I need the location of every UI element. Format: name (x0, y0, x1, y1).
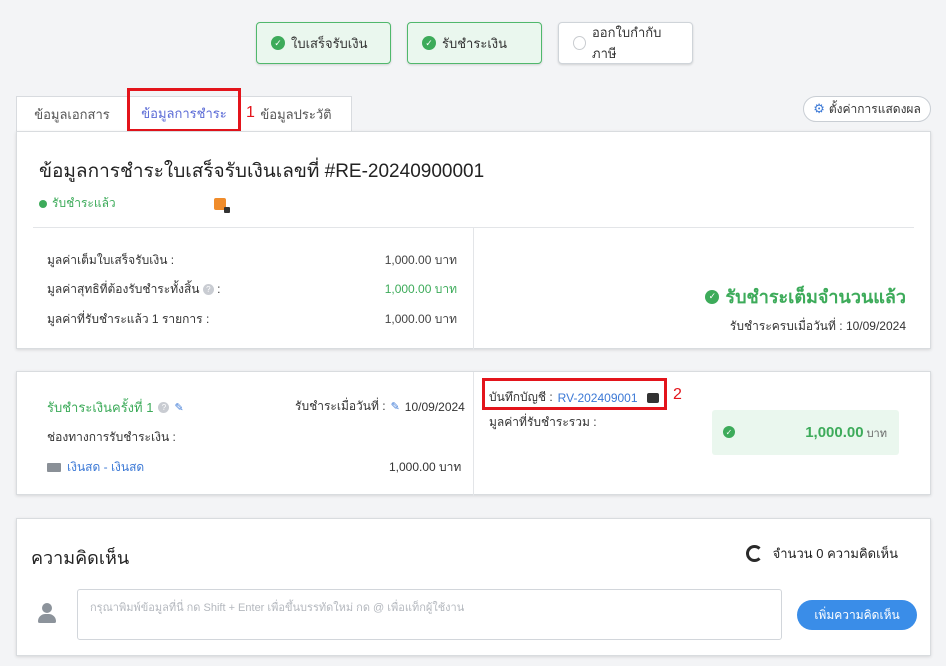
payment-entry-title: รับชำระเงินครั้งที่ 1 ? ✎ (47, 397, 184, 418)
total-amount-unit: บาท (866, 428, 887, 440)
comment-count: จำนวน 0 ความคิดเห็น (745, 543, 898, 564)
summary-row-full-value: มูลค่าเต็มใบเสร็จรับเงิน : 1,000.00 บาท (47, 251, 457, 270)
comment-input[interactable]: กรุณาพิมพ์ข้อมูลที่นี่ กด Shift + Enter … (77, 589, 782, 640)
status-text: รับชำระแล้ว (52, 196, 116, 210)
step-label: ใบเสร็จรับเงิน (291, 35, 368, 51)
full-paid-text: รับชำระเต็มจำนวนแล้ว (725, 287, 906, 307)
check-circle-icon: ✓ (723, 426, 735, 438)
payment-channel[interactable]: เงินสด - เงินสด (47, 458, 144, 477)
pencil-icon[interactable]: ✎ (391, 400, 400, 413)
total-received-box: ✓ 1,000.00 บาท (712, 410, 899, 455)
divider (473, 372, 474, 496)
pencil-icon[interactable]: ✎ (174, 401, 183, 414)
payment-channel-value: เงินสด - เงินสด (67, 460, 145, 474)
payment-date-label: รับชำระเมื่อวันที่ : (295, 399, 386, 413)
step-receive-payment[interactable]: ✓ รับชำระเงิน (407, 22, 542, 64)
highlight-box-record (482, 378, 667, 410)
full-paid-date: รับชำระครบเมื่อวันที่ : 10/09/2024 (730, 317, 906, 336)
status-dot-icon (39, 199, 47, 208)
row-value: 1,000.00 บาท (384, 253, 457, 267)
step-issue-tax-invoice[interactable]: ออกใบกำกับภาษี (558, 22, 693, 64)
check-circle-icon: ✓ (705, 289, 720, 304)
annotation-number-2: 2 (673, 386, 682, 403)
highlight-box-tab (127, 88, 241, 132)
status-badge: รับชำระแล้ว (39, 194, 116, 213)
payment-info-card: ข้อมูลการชำระใบเสร็จรับเงินเลขที่ #RE-20… (16, 131, 931, 350)
user-head-icon (42, 603, 52, 613)
check-circle-icon: ✓ (271, 36, 285, 50)
total-amount-value: 1,000.00 (805, 424, 864, 441)
payment-channel-amount: 1,000.00 บาท (389, 460, 462, 474)
help-icon[interactable]: ? (158, 402, 170, 413)
annotation-number-1: 1 (246, 104, 255, 121)
payment-date-value: 10/09/2024 (404, 399, 465, 414)
locked-document-icon[interactable] (214, 198, 230, 213)
gear-icon: ⚙ (813, 101, 825, 116)
row-label-group: มูลค่าสุทธิที่ต้องรับชำระทั้งสิ้น ? : (47, 282, 221, 296)
tab-document-info[interactable]: ข้อมูลเอกสาร (16, 96, 128, 132)
payment-channel-label: ช่องทางการรับชำระเงิน : (47, 430, 176, 444)
step-label: รับชำระเงิน (442, 35, 507, 51)
step-label: ออกใบกำกับภาษี (592, 25, 662, 61)
cash-icon (47, 463, 61, 472)
user-body-icon (38, 614, 56, 623)
row-value: 1,000.00 บาท (384, 312, 457, 326)
full-paid-status: ✓ รับชำระเต็มจำนวนแล้ว (705, 282, 906, 311)
display-settings-button[interactable]: ⚙ ตั้งค่าการแสดงผล (803, 96, 931, 122)
settings-label: ตั้งค่าการแสดงผล (828, 101, 921, 116)
page-title: ข้อมูลการชำระใบเสร็จรับเงินเลขที่ #RE-20… (39, 161, 485, 182)
check-circle-icon: ✓ (422, 36, 436, 50)
progress-steps: ✓ ใบเสร็จรับเงิน ✓ รับชำระเงิน ออกใบกำกั… (256, 22, 693, 64)
comment-count-text: จำนวน 0 ความคิดเห็น (772, 546, 898, 561)
add-comment-button[interactable]: เพิ่มความคิดเห็น (797, 600, 917, 630)
avatar (38, 603, 56, 623)
comments-card: ความคิดเห็น จำนวน 0 ความคิดเห็น กรุณาพิม… (16, 518, 931, 656)
empty-circle-icon (573, 36, 586, 50)
row-value: 1,000.00 บาท (384, 282, 457, 296)
row-label: มูลค่าเต็มใบเสร็จรับเงิน : (47, 253, 175, 267)
help-icon[interactable]: ? (202, 284, 214, 296)
step-receipt[interactable]: ✓ ใบเสร็จรับเงิน (256, 22, 391, 64)
total-received-amount: 1,000.00 บาท (805, 424, 887, 442)
row-label: มูลค่าสุทธิที่ต้องรับชำระทั้งสิ้น (47, 282, 200, 296)
total-received-label: มูลค่าที่รับชำระรวม : (489, 415, 597, 429)
payment-date: รับชำระเมื่อวันที่ : ✎ 10/09/2024 (295, 397, 465, 416)
loading-spinner-icon (745, 545, 763, 562)
divider (473, 228, 474, 350)
full-paid-date-value: 10/09/2024 (845, 319, 906, 333)
row-label: มูลค่าที่รับชำระแล้ว 1 รายการ : (47, 312, 210, 326)
payment-entry-card: รับชำระเงินครั้งที่ 1 ? ✎ รับชำระเมื่อวั… (16, 371, 931, 496)
tab-history-info[interactable]: ข้อมูลประวัติ (240, 96, 352, 132)
payment-entry-label: รับชำระเงินครั้งที่ 1 (47, 400, 154, 415)
full-paid-date-label: รับชำระครบเมื่อวันที่ : (729, 319, 843, 333)
comments-title: ความคิดเห็น (31, 548, 130, 568)
summary-row-net-value: มูลค่าสุทธิที่ต้องรับชำระทั้งสิ้น ? : 1,… (47, 280, 457, 299)
summary-row-paid-value: มูลค่าที่รับชำระแล้ว 1 รายการ : 1,000.00… (47, 310, 457, 329)
